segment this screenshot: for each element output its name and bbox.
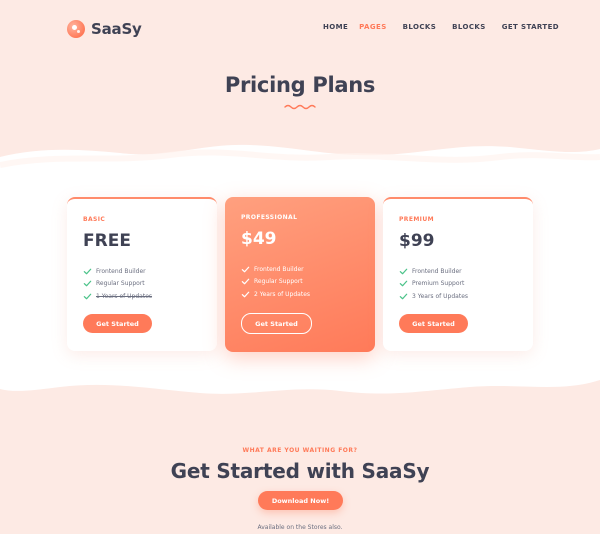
nav-item-blocks-2[interactable]: BLOCKS xyxy=(452,23,486,31)
download-now-button[interactable]: Download Now! xyxy=(258,491,343,510)
feature-label: 3 Years of Updates xyxy=(412,292,469,300)
plan-tier: PROFESSIONAL xyxy=(241,214,298,221)
feature-item: Frontend Builder xyxy=(83,265,152,278)
top-navigation: SaaSy HOME PAGES BLOCKS BLOCKS GET START… xyxy=(0,0,600,60)
feature-label: 1 Years of Updates xyxy=(96,292,153,300)
pricing-card-premium: PREMIUM $99 Frontend Builder Premium Sup… xyxy=(383,197,533,351)
feature-label: Regular Support xyxy=(96,280,145,288)
check-icon xyxy=(399,292,408,301)
cta-title: Get Started with SaaSy xyxy=(170,459,430,483)
logo-mark-icon xyxy=(67,20,85,38)
feature-label: Regular Support xyxy=(254,278,303,286)
check-icon xyxy=(241,277,250,286)
feature-item: 2 Years of Updates xyxy=(241,288,310,301)
feature-list: Frontend Builder Premium Support 3 Years… xyxy=(399,265,468,303)
get-started-button[interactable]: Get Started xyxy=(83,314,152,333)
check-icon xyxy=(83,267,92,276)
pricing-card-professional: PROFESSIONAL $49 Frontend Builder Regula… xyxy=(225,197,375,352)
squiggle-underline-icon xyxy=(284,104,316,110)
feature-label: Premium Support xyxy=(412,280,465,288)
feature-item: Frontend Builder xyxy=(241,263,310,276)
nav-item-get-started[interactable]: GET STARTED xyxy=(502,23,559,31)
check-icon xyxy=(241,290,250,299)
feature-list: Frontend Builder Regular Support 2 Years… xyxy=(241,263,310,301)
check-icon xyxy=(83,292,92,301)
plan-price: $99 xyxy=(399,231,435,251)
brand-logo[interactable]: SaaSy xyxy=(67,20,142,38)
feature-item: Regular Support xyxy=(241,276,310,289)
nav-item-blocks[interactable]: BLOCKS xyxy=(403,23,437,31)
feature-item: 3 Years of Updates xyxy=(399,290,468,303)
nav-item-home[interactable]: HOME xyxy=(323,23,348,31)
check-icon xyxy=(399,267,408,276)
check-icon xyxy=(241,265,250,274)
cta-eyebrow: WHAT ARE YOU WAITING FOR? xyxy=(242,447,358,454)
check-icon xyxy=(399,279,408,288)
get-started-button[interactable]: Get Started xyxy=(241,313,312,334)
page-title: Pricing Plans xyxy=(224,73,376,97)
feature-label: 2 Years of Updates xyxy=(254,290,311,298)
check-icon xyxy=(83,279,92,288)
plan-tier: PREMIUM xyxy=(399,216,434,223)
main-menu: HOME PAGES BLOCKS BLOCKS GET STARTED xyxy=(323,23,559,31)
pricing-card-basic: BASIC FREE Frontend Builder Regular Supp… xyxy=(67,197,217,351)
cta-note: Available on the Stores also. xyxy=(257,524,343,531)
plan-price: $49 xyxy=(241,229,277,249)
feature-item: Premium Support xyxy=(399,278,468,291)
feature-item: Frontend Builder xyxy=(399,265,468,278)
plan-tier: BASIC xyxy=(83,216,106,223)
nav-item-pages[interactable]: PAGES xyxy=(359,23,386,31)
brand-name: SaaSy xyxy=(91,20,142,38)
get-started-button[interactable]: Get Started xyxy=(399,314,468,333)
feature-label: Frontend Builder xyxy=(254,265,304,273)
feature-label: Frontend Builder xyxy=(96,267,146,275)
feature-item: 1 Years of Updates xyxy=(83,290,152,303)
plan-price: FREE xyxy=(83,231,131,251)
feature-item: Regular Support xyxy=(83,278,152,291)
feature-label: Frontend Builder xyxy=(412,267,462,275)
feature-list: Frontend Builder Regular Support 1 Years… xyxy=(83,265,152,303)
